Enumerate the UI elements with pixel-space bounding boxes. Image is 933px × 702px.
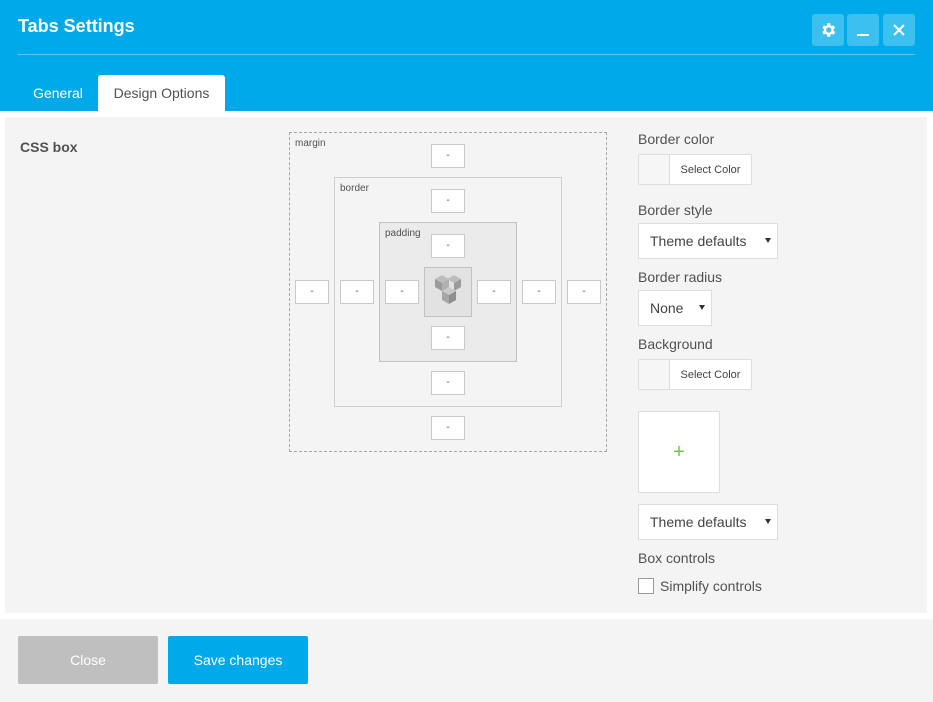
- settings-button[interactable]: [812, 14, 844, 46]
- dialog-title: Tabs Settings: [18, 16, 135, 36]
- dialog-header: Tabs Settings General Design Options: [0, 0, 933, 111]
- border-color-label: Border color: [638, 131, 715, 147]
- minimize-icon: [856, 23, 870, 37]
- chevron-down-icon: [699, 305, 705, 310]
- border-right-input[interactable]: -: [522, 280, 556, 304]
- simplify-controls-label: Simplify controls: [660, 578, 762, 594]
- padding-bottom-input[interactable]: -: [431, 326, 465, 350]
- border-style-value: Theme defaults: [650, 233, 747, 249]
- vc-logo-icon: [433, 273, 463, 312]
- close-icon: [892, 23, 906, 37]
- close-dialog-button[interactable]: [883, 14, 915, 46]
- header-divider: [18, 54, 915, 55]
- design-options-content: CSS box margin border padding - - - - - …: [5, 117, 927, 613]
- box-controls-label: Box controls: [638, 550, 716, 566]
- save-changes-button[interactable]: Save changes: [168, 636, 308, 684]
- design-options-panel: CSS box margin border padding - - - - - …: [0, 111, 933, 619]
- padding-right-input[interactable]: -: [477, 280, 511, 304]
- border-label: border: [340, 183, 369, 194]
- border-bottom-input[interactable]: -: [431, 371, 465, 395]
- add-background-image-button[interactable]: +: [638, 411, 720, 493]
- close-button[interactable]: Close: [18, 636, 158, 684]
- border-radius-label: Border radius: [638, 269, 723, 285]
- dialog-footer: Close Save changes: [0, 619, 933, 702]
- content-box: [424, 267, 472, 317]
- border-color-swatch[interactable]: [639, 155, 670, 184]
- minimize-button[interactable]: [847, 14, 879, 46]
- background-style-value: Theme defaults: [650, 514, 747, 530]
- plus-icon: +: [673, 440, 685, 463]
- background-color-picker[interactable]: Select Color: [638, 359, 752, 390]
- border-radius-select[interactable]: None: [638, 290, 712, 326]
- padding-label: padding: [385, 228, 421, 239]
- background-color-select-button[interactable]: Select Color: [670, 360, 751, 389]
- border-style-label: Border style: [638, 202, 713, 218]
- padding-top-input[interactable]: -: [431, 234, 465, 258]
- simplify-controls-option[interactable]: Simplify controls: [638, 578, 762, 594]
- tab-general[interactable]: General: [18, 75, 98, 111]
- border-style-select[interactable]: Theme defaults: [638, 223, 778, 259]
- background-style-select[interactable]: Theme defaults: [638, 504, 778, 540]
- chevron-down-icon: [765, 238, 771, 243]
- border-color-select-button[interactable]: Select Color: [670, 155, 751, 184]
- margin-top-input[interactable]: -: [431, 144, 465, 168]
- margin-label: margin: [295, 138, 326, 149]
- css-box-label: CSS box: [20, 139, 78, 155]
- border-top-input[interactable]: -: [431, 189, 465, 213]
- gear-icon: [819, 21, 837, 39]
- background-label: Background: [638, 336, 713, 352]
- margin-right-input[interactable]: -: [567, 280, 601, 304]
- border-color-picker[interactable]: Select Color: [638, 154, 752, 185]
- margin-left-input[interactable]: -: [295, 280, 329, 304]
- background-color-swatch[interactable]: [639, 360, 670, 389]
- tab-design-options[interactable]: Design Options: [98, 75, 225, 111]
- padding-left-input[interactable]: -: [385, 280, 419, 304]
- simplify-controls-checkbox[interactable]: [638, 578, 654, 594]
- border-left-input[interactable]: -: [340, 280, 374, 304]
- border-radius-value: None: [650, 300, 684, 316]
- chevron-down-icon: [765, 519, 771, 524]
- margin-bottom-input[interactable]: -: [431, 416, 465, 440]
